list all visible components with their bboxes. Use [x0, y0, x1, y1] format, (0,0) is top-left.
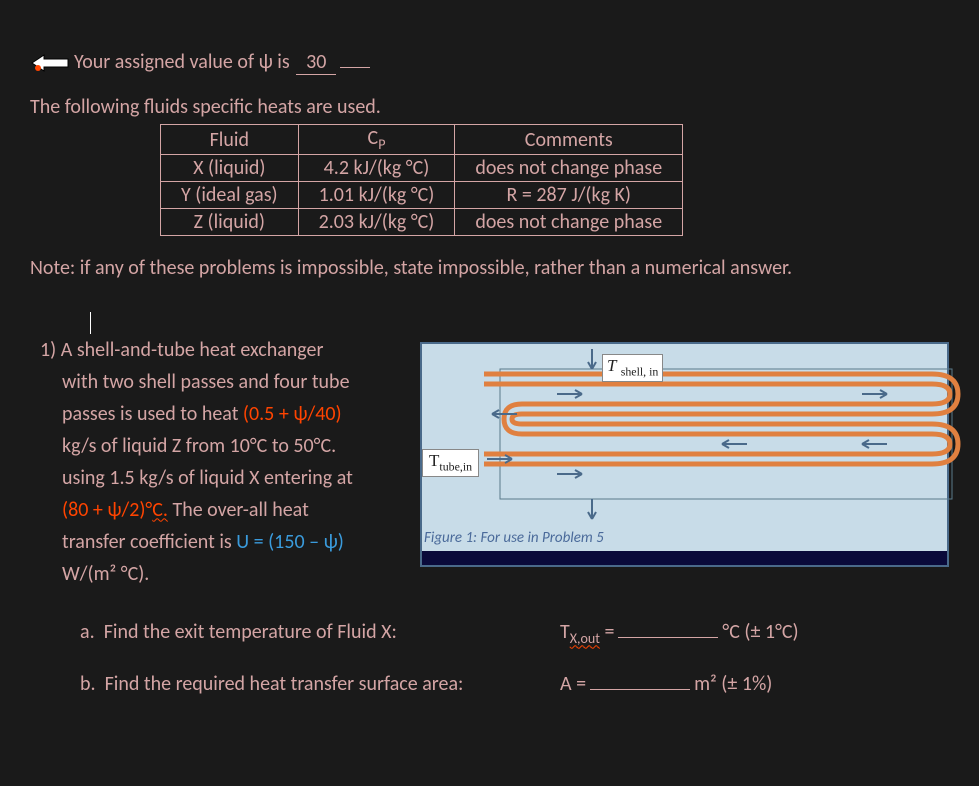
- answer-unit: m² (± 1%): [694, 672, 772, 696]
- answer-var: A =: [560, 672, 586, 696]
- pointer-icon: [30, 50, 70, 75]
- table-cell: does not change phase: [455, 155, 683, 182]
- table-cell: 1.01 kJ/(kg °C): [298, 182, 455, 209]
- problem-number: 1): [40, 338, 56, 362]
- table-row: Y (ideal gas) 1.01 kJ/(kg °C) R = 287 J/…: [161, 182, 683, 209]
- answer-unit: °C (± 1°C): [722, 620, 798, 644]
- table-header: CP: [298, 125, 455, 155]
- table-cell: R = 287 J/(kg K): [455, 182, 683, 209]
- answer-var: TX,out =: [560, 620, 614, 647]
- problem-container: 1) A shell-and-tube heat exchanger with …: [30, 334, 949, 590]
- header-prefix: Your assigned value of ψ is: [74, 50, 290, 74]
- trailing-blank: [340, 67, 370, 68]
- problem-blue: U = (150 – ψ): [236, 530, 344, 554]
- table-header: Fluid: [161, 125, 299, 155]
- heat-exchanger-diagram: [422, 344, 962, 544]
- subpart-a: a. Find the exit temperature of Fluid X:…: [80, 620, 949, 647]
- heat-exchanger-figure: T shell, in Ttube,in Figure 1: For use i…: [420, 342, 949, 567]
- answer-blank: [618, 637, 718, 638]
- subparts: a. Find the exit temperature of Fluid X:…: [80, 620, 949, 696]
- psi-value: 30: [296, 50, 336, 75]
- table-cell: X (liquid): [161, 155, 299, 182]
- problem-line: passes is used to heat: [62, 402, 243, 426]
- problem-line: using 1.5 kg/s of liquid X entering at: [62, 466, 353, 490]
- subpart-label: b.: [80, 672, 96, 696]
- fluid-table: Fluid CP Comments X (liquid) 4.2 kJ/(kg …: [160, 124, 683, 236]
- subpart-prompt: Find the exit temperature of Fluid X:: [104, 620, 397, 644]
- problem-wavy: C.: [152, 498, 168, 522]
- table-row: X (liquid) 4.2 kJ/(kg °C) does not chang…: [161, 155, 683, 182]
- table-cell: Z (liquid): [161, 209, 299, 236]
- table-cell: does not change phase: [455, 209, 683, 236]
- table-cell: Y (ideal gas): [161, 182, 299, 209]
- problem-line: W/(m² °C).: [62, 562, 149, 586]
- intro-text: The following fluids specific heats are …: [30, 95, 949, 119]
- table-header: Comments: [455, 125, 683, 155]
- tube-in-label: Ttube,in: [422, 449, 479, 476]
- caption-bar: [422, 551, 947, 565]
- shell-in-label: T shell, in: [602, 354, 663, 381]
- problem-line: with two shell passes and four tube: [62, 370, 350, 394]
- answer-blank: [590, 689, 690, 690]
- table-cell: 4.2 kJ/(kg °C): [298, 155, 455, 182]
- problem-red: (0.5 + ψ/40): [243, 402, 342, 426]
- subpart-b: b. Find the required heat transfer surfa…: [80, 672, 949, 696]
- table-cell: 2.03 kJ/(kg °C): [298, 209, 455, 236]
- problem-red: (80 + ψ/2)°: [62, 498, 152, 522]
- table-row: Z (liquid) 2.03 kJ/(kg °C) does not chan…: [161, 209, 683, 236]
- text-cursor: [30, 310, 949, 334]
- subpart-label: a.: [80, 620, 95, 644]
- subpart-prompt: Find the required heat transfer surface …: [105, 672, 464, 696]
- problem-line: The over-all heat: [168, 498, 309, 522]
- problem-text: 1) A shell-and-tube heat exchanger with …: [30, 334, 410, 590]
- figure-caption: Figure 1: For use in Problem 5: [424, 529, 604, 547]
- problem-line: kg/s of liquid Z from 10°C to 50°C.: [62, 434, 336, 458]
- problem-line: transfer coefficient is: [62, 530, 236, 554]
- note-text: Note: if any of these problems is imposs…: [30, 256, 949, 280]
- header-line: Your assigned value of ψ is 30: [30, 50, 949, 75]
- problem-line: A shell-and-tube heat exchanger: [61, 338, 324, 362]
- table-header-row: Fluid CP Comments: [161, 125, 683, 155]
